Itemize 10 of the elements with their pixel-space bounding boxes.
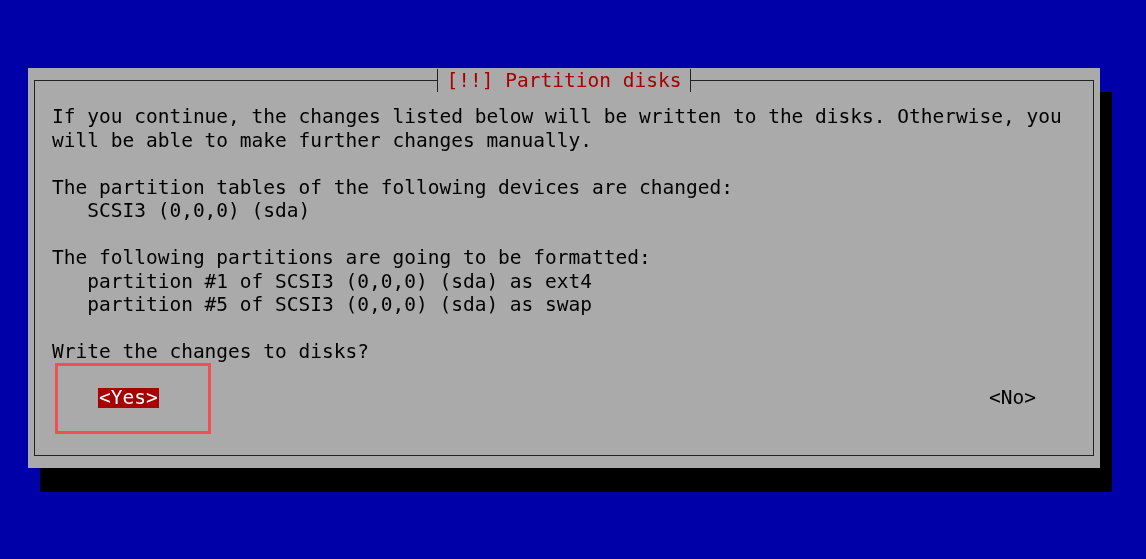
dialog-title: [!!] Partition disks: [436, 69, 692, 92]
list-item-text: SCSI3 (0,0,0) (sda): [86, 199, 312, 223]
list-item-text: partition #5 of SCSI3 (0,0,0) (sda) as swap: [86, 293, 594, 317]
list-item-text: partition #1 of SCSI3 (0,0,0) (sda) as ext4: [86, 269, 594, 293]
message-text: The partition tables of the following devices are changed:: [52, 175, 734, 199]
message-text: Write the changes to disks?: [52, 340, 370, 364]
message-text: If you continue, the changes listed below will be written to the disks. Otherwise, you will be able to make further changes manually.: [52, 105, 1063, 152]
cancel-button[interactable]: <No>: [988, 388, 1037, 408]
message-text: The following partitions are going to be formatted:: [52, 246, 652, 270]
confirm-button[interactable]: <Yes>: [98, 388, 159, 408]
